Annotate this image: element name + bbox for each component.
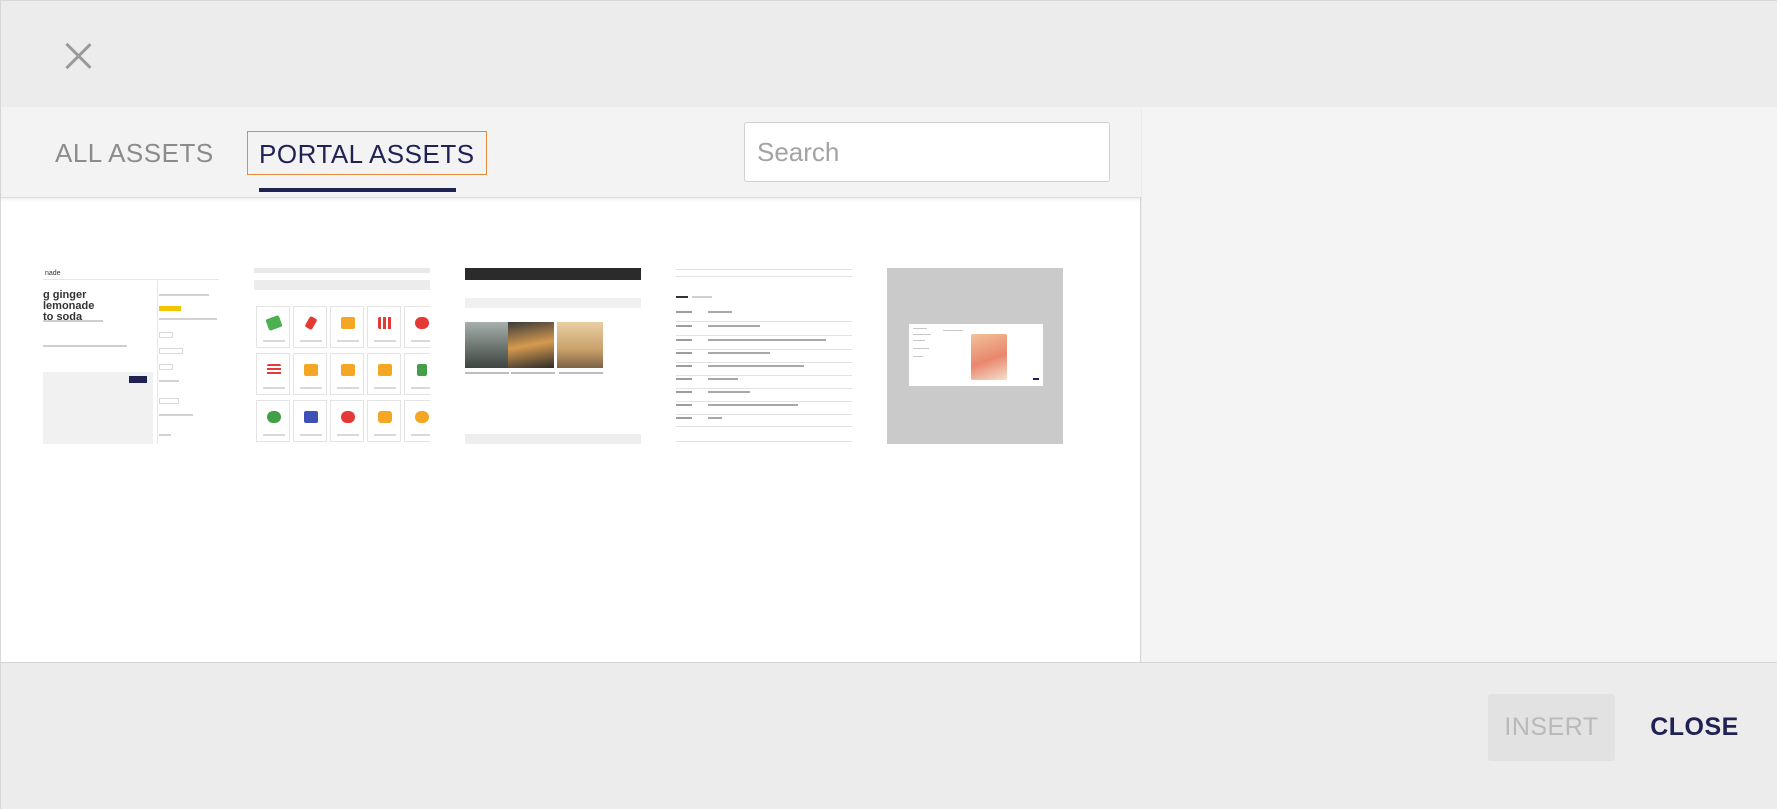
asset-thumbnail-article[interactable]: nade g ginger lemonade to soda — [43, 268, 219, 444]
search-input[interactable] — [744, 122, 1110, 182]
asset-details-pane — [1142, 107, 1777, 662]
insert-button[interactable]: INSERT — [1488, 694, 1615, 761]
asset-thumbnail-icon-grid[interactable] — [254, 268, 430, 444]
tab-portal-assets[interactable]: PORTAL ASSETS — [247, 131, 487, 175]
assets-panel: ALL ASSETS PORTAL ASSETS nade g ginger l… — [1, 107, 1141, 662]
asset-picker-dialog: ALL ASSETS PORTAL ASSETS nade g ginger l… — [0, 0, 1777, 809]
asset-thumbnail-photos[interactable] — [465, 268, 641, 444]
tab-bar: ALL ASSETS PORTAL ASSETS — [1, 107, 1141, 198]
asset-thumbnail-file-table[interactable] — [676, 268, 852, 444]
close-button[interactable]: CLOSE — [1631, 694, 1758, 761]
dialog-footer: INSERT CLOSE — [1, 662, 1777, 809]
asset-thumbnail-screen[interactable] — [887, 268, 1063, 444]
thumbnail-header-text: nade — [43, 268, 219, 280]
thumbnail-title-text: g ginger lemonade to soda — [43, 289, 95, 323]
tab-all-assets[interactable]: ALL ASSETS — [55, 131, 214, 175]
asset-thumbnail-list: nade g ginger lemonade to soda — [43, 268, 1083, 444]
active-tab-indicator — [259, 188, 456, 192]
close-x-icon[interactable] — [59, 37, 97, 75]
dialog-header — [1, 1, 1777, 107]
